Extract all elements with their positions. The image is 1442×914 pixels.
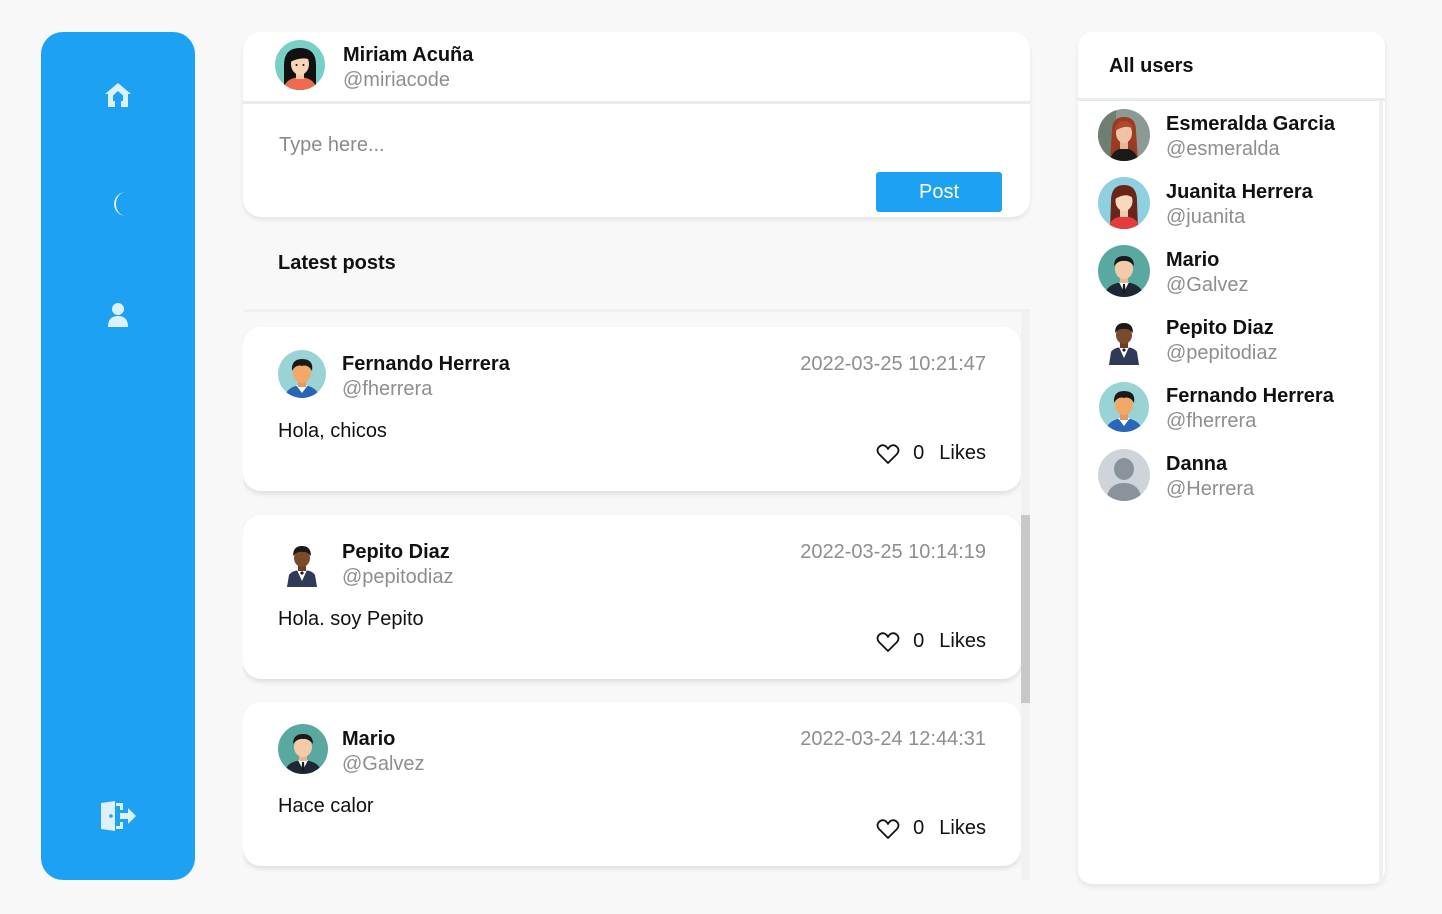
likes-label: Likes: [939, 630, 986, 652]
avatar: [1098, 245, 1150, 297]
avatar: [1098, 109, 1150, 161]
users-panel-scrollbar: [1379, 101, 1383, 884]
post-body: Hace calor: [278, 795, 374, 817]
post-author-handle: @Galvez: [342, 753, 425, 775]
likes-count: 0: [913, 630, 925, 652]
post-author-handle: @pepitodiaz: [342, 566, 454, 588]
post-author-name: Fernando Herrera: [342, 353, 510, 375]
user-handle: @esmeralda: [1166, 138, 1280, 160]
composer-user-handle: @miriacode: [343, 69, 451, 91]
post-timestamp: 2022-03-24 12:44:31: [800, 728, 986, 750]
avatar: [275, 40, 325, 90]
likes-label: Likes: [939, 817, 986, 839]
user-list-item[interactable]: Pepito Diaz @pepitodiaz: [1098, 313, 1368, 369]
heart-icon[interactable]: [876, 443, 900, 465]
post-card: Fernando Herrera @fherrera 2022-03-25 10…: [243, 327, 1021, 491]
avatar: [1098, 449, 1150, 501]
user-name: Pepito Diaz: [1166, 317, 1274, 339]
likes-count: 0: [913, 817, 925, 839]
feed-title: Latest posts: [278, 252, 396, 274]
likes-label: Likes: [939, 442, 986, 464]
likes-section: 0 Likes: [876, 630, 986, 653]
sidebar-nav: [41, 32, 195, 880]
heart-icon[interactable]: [876, 818, 900, 840]
user-name: Juanita Herrera: [1166, 181, 1313, 203]
avatar: [278, 724, 328, 774]
user-list-item[interactable]: Juanita Herrera @juanita: [1098, 177, 1368, 233]
moon-icon[interactable]: [98, 184, 138, 224]
user-list-item[interactable]: Danna @Herrera: [1098, 449, 1368, 505]
avatar: [1098, 177, 1150, 229]
post-body: Hola, chicos: [278, 420, 387, 442]
composer-header: Miriam Acuña @miriacode: [243, 32, 1030, 104]
user-name: Mario: [1166, 249, 1220, 271]
users-panel: All users Esmeralda Garcia @esmeralda Ju…: [1078, 32, 1385, 884]
post-timestamp: 2022-03-25 10:21:47: [800, 353, 986, 375]
post-author-name: Mario: [342, 728, 396, 750]
post-author-name: Pepito Diaz: [342, 541, 450, 563]
heart-icon[interactable]: [876, 631, 900, 653]
user-list-item[interactable]: Esmeralda Garcia @esmeralda: [1098, 109, 1368, 165]
post-button[interactable]: Post: [876, 172, 1002, 212]
post-card: Pepito Diaz @pepitodiaz 2022-03-25 10:14…: [243, 515, 1021, 679]
user-handle: @juanita: [1166, 206, 1246, 228]
user-handle: @fherrera: [1166, 410, 1257, 432]
user-name: Danna: [1166, 453, 1228, 475]
feed-scrollbar-thumb[interactable]: [1021, 515, 1030, 703]
user-icon[interactable]: [98, 295, 138, 335]
user-handle: @Herrera: [1166, 478, 1255, 500]
post-author-handle: @fherrera: [342, 378, 433, 400]
user-name: Esmeralda Garcia: [1166, 113, 1335, 135]
likes-section: 0 Likes: [876, 817, 986, 840]
user-name: Fernando Herrera: [1166, 385, 1334, 407]
users-panel-header: All users: [1078, 32, 1385, 101]
user-list-item[interactable]: Fernando Herrera @fherrera: [1098, 381, 1368, 437]
user-handle: @Galvez: [1166, 274, 1249, 296]
feed-header: Latest posts: [243, 236, 1030, 312]
user-handle: @pepitodiaz: [1166, 342, 1278, 364]
avatar: [1098, 381, 1150, 433]
post-card: Mario @Galvez 2022-03-24 12:44:31 Hace c…: [243, 702, 1021, 866]
likes-section: 0 Likes: [876, 442, 986, 465]
avatar: [1098, 313, 1150, 365]
post-body: Hola. soy Pepito: [278, 608, 424, 630]
avatar: [278, 537, 326, 587]
home-icon[interactable]: [98, 75, 138, 115]
composer-user-name: Miriam Acuña: [343, 44, 474, 66]
users-panel-title: All users: [1109, 55, 1194, 77]
feed-list: Fernando Herrera @fherrera 2022-03-25 10…: [243, 312, 1030, 880]
avatar: [278, 349, 326, 399]
post-composer: Miriam Acuña @miriacode Post: [243, 32, 1030, 217]
logout-icon[interactable]: [98, 796, 138, 836]
user-list-item[interactable]: Mario @Galvez: [1098, 245, 1368, 301]
post-timestamp: 2022-03-25 10:14:19: [800, 541, 986, 563]
post-text-input[interactable]: [279, 130, 839, 160]
likes-count: 0: [913, 442, 925, 464]
